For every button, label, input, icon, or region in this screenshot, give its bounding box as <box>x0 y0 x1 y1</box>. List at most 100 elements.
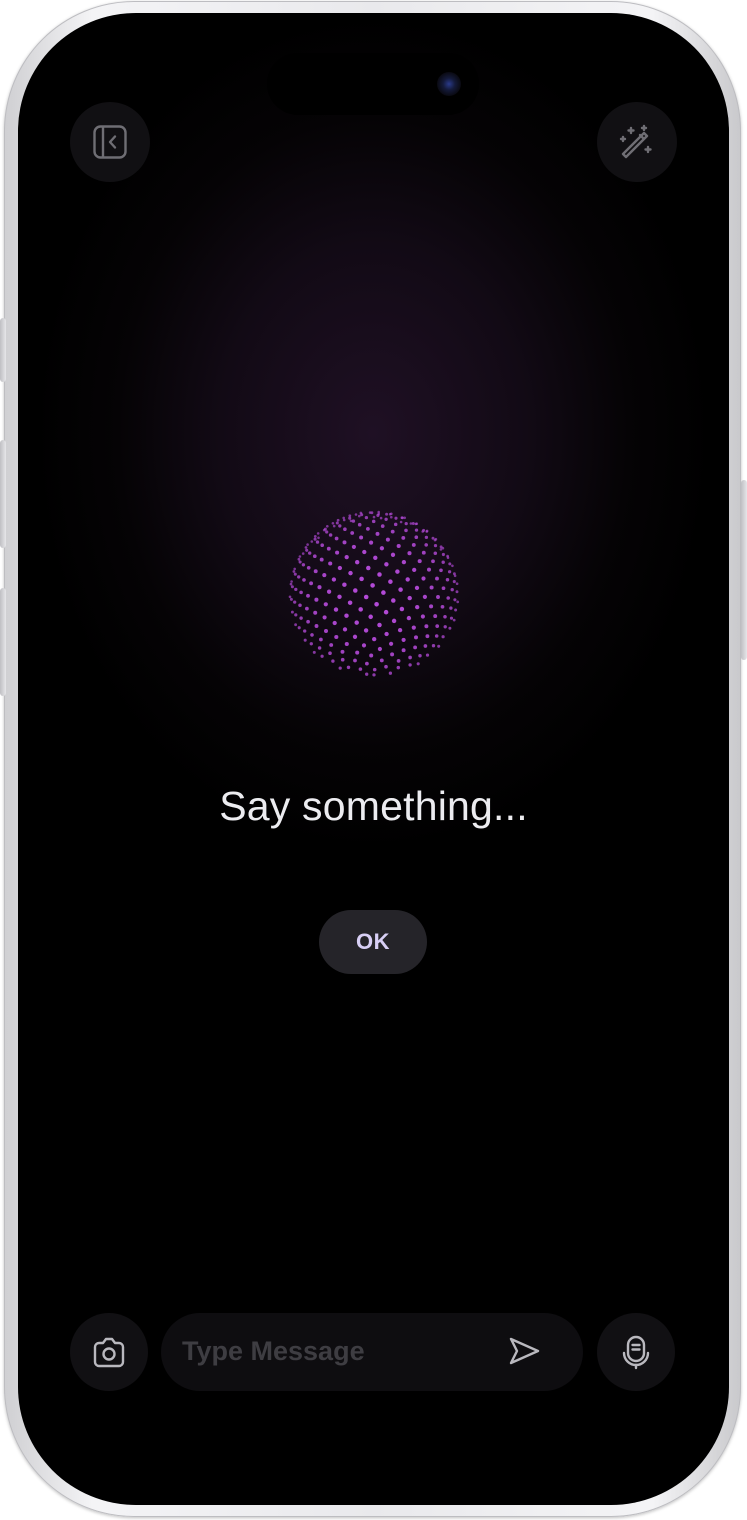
orb-particle <box>294 587 298 592</box>
orb-particle <box>363 628 369 633</box>
orb-particle <box>344 613 349 618</box>
orb-particle <box>381 590 386 595</box>
orb-particle <box>374 602 379 607</box>
orb-particle <box>365 672 369 676</box>
orb-particle <box>305 548 309 552</box>
orb-particle <box>390 652 395 657</box>
orb-particle <box>441 635 445 639</box>
orb-particle <box>298 603 302 607</box>
orb-particle <box>306 593 310 598</box>
orb-particle <box>377 646 382 652</box>
orb-particle <box>449 606 453 610</box>
orb-particle <box>368 614 373 620</box>
orb-particle <box>363 594 369 600</box>
orb-particle <box>309 642 313 646</box>
microphone-button[interactable] <box>597 1313 675 1391</box>
orb-particle <box>384 562 389 567</box>
orb-particle <box>306 619 310 624</box>
camera-button[interactable] <box>70 1313 148 1391</box>
ok-button[interactable]: OK <box>319 910 427 974</box>
orb-particle <box>393 522 398 527</box>
orb-particle <box>379 658 384 663</box>
orb-particle <box>447 570 452 574</box>
orb-particle <box>328 651 332 656</box>
orb-particle <box>377 622 382 628</box>
orb-particle <box>349 519 353 523</box>
orb-particle <box>400 516 404 519</box>
orb-particle <box>301 552 305 555</box>
orb-particle <box>429 585 434 590</box>
orb-particle <box>364 515 369 520</box>
orb-particle <box>388 512 392 516</box>
orb-particle <box>443 625 447 629</box>
orb-particle <box>401 535 406 540</box>
orb-particle <box>322 615 327 620</box>
orb-particle <box>431 559 435 564</box>
orb-particle <box>335 550 340 555</box>
orb-particle <box>443 615 447 619</box>
orb-particle <box>335 521 339 525</box>
orb-particle <box>449 616 454 620</box>
orb-particle <box>366 527 370 531</box>
microphone-icon <box>618 1334 654 1370</box>
orb-particle <box>413 645 418 650</box>
orb-particle <box>359 576 364 582</box>
orb-particle <box>312 650 316 654</box>
orb-particle <box>312 554 317 559</box>
orb-particle <box>404 521 408 526</box>
orb-particle <box>290 585 294 589</box>
send-button[interactable] <box>504 1333 544 1373</box>
orb-particle <box>333 607 339 612</box>
orb-particle <box>340 657 345 662</box>
orb-particle <box>414 528 419 532</box>
orb-particle <box>435 624 440 628</box>
orb-particle <box>399 606 405 612</box>
orb-particle <box>441 552 445 557</box>
magic-wand-button[interactable] <box>597 102 677 182</box>
orb-particle <box>313 535 317 538</box>
orb-particle <box>302 578 306 582</box>
orb-particle <box>297 557 301 561</box>
orb-particle <box>424 535 429 540</box>
orb-particle <box>334 634 339 640</box>
orb-particle <box>310 540 314 543</box>
orb-particle <box>359 511 363 515</box>
orb-particle <box>326 589 332 594</box>
orb-particle <box>408 655 412 660</box>
sidebar-toggle-button[interactable] <box>70 102 150 182</box>
orb-particle <box>331 577 337 582</box>
orb-particle <box>401 648 406 653</box>
orb-particle <box>319 557 324 562</box>
orb-particle <box>306 565 311 570</box>
orb-particle <box>424 543 428 547</box>
orb-particle <box>398 587 403 592</box>
orb-particle <box>446 596 450 600</box>
orb-particle <box>384 631 389 637</box>
orb-particle <box>322 528 326 532</box>
orb-particle <box>421 530 424 533</box>
orb-particle <box>425 653 430 657</box>
orb-particle <box>453 574 457 578</box>
orb-particle <box>405 577 410 582</box>
orb-particle <box>439 568 443 573</box>
orb-particle <box>441 586 446 591</box>
orb-particle <box>319 637 323 642</box>
orb-particle <box>396 543 401 549</box>
orb-particle <box>353 588 358 593</box>
orb-particle <box>314 597 319 602</box>
orb-particle <box>385 512 389 516</box>
orb-particle <box>401 559 407 565</box>
orb-particle <box>383 609 389 615</box>
orb-particle <box>343 527 347 531</box>
orb-particle <box>437 644 441 648</box>
magic-wand-icon <box>618 123 656 161</box>
orb-particle <box>377 572 382 577</box>
message-input[interactable] <box>182 1333 482 1369</box>
orb-particle <box>453 598 457 602</box>
orb-particle <box>384 664 388 669</box>
orb-particle <box>455 582 459 586</box>
orb-particle <box>433 538 437 542</box>
orb-particle <box>411 522 415 525</box>
orb-particle <box>355 560 360 565</box>
message-composer <box>161 1313 583 1391</box>
